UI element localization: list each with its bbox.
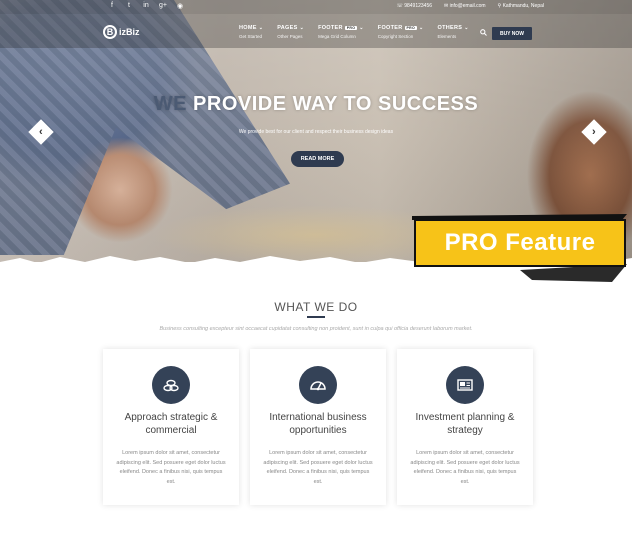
search-icon[interactable] [480,29,487,38]
buy-now-button[interactable]: BUY NOW [492,27,532,40]
card-text: Lorem ipsum dolor sit amet, consectetur … [263,450,373,485]
linkedin-icon[interactable]: in [142,2,150,10]
card-text: Lorem ipsum dolor sit amet, consectetur … [116,450,226,485]
site-logo[interactable]: B izBiz [103,25,140,39]
chevron-down-icon: ⌄ [359,25,364,31]
nav-item-footer-mega[interactable]: FOOTER PRO ⌄ Mega Grid Column [318,25,364,39]
pro-tag: PRO [404,26,417,30]
service-card: Approach strategic & commercial Lorem ip… [103,349,239,505]
nav-item-home[interactable]: HOME ⌄ Get Started [239,25,263,39]
pro-feature-badge: PRO Feature [414,219,626,267]
phone-text: ☏ 9849123456 [396,3,433,9]
contact-info: ☏ 9849123456 ✉ info@email.com ⚲ Kathmand… [397,3,544,9]
chevron-right-icon: › [592,125,596,138]
nav-item-footer-copyright[interactable]: FOOTER PRO ⌄ Copyright Section [378,25,424,39]
section-title: WHAT WE DO [274,300,358,314]
twitter-icon[interactable]: t [125,2,133,10]
service-card: International business opportunities Lor… [250,349,386,505]
service-card: Investment planning & strategy Lorem ips… [397,349,533,505]
card-text: Lorem ipsum dolor sit amet, consectetur … [410,450,520,485]
google-plus-icon[interactable]: g+ [159,2,167,10]
card-title: Approach strategic & commercial [124,412,218,436]
chevron-down-icon: ⌄ [419,25,424,31]
nav-menu: HOME ⌄ Get Started PAGES ⌄ Other Pages FOO… [239,25,483,39]
hero-heading: WE PROVIDE WAY TO SUCCESS [153,93,479,115]
pro-feature-text: PRO Feature [444,229,596,256]
speedometer-icon [299,366,337,404]
pro-tag: PRO [344,26,358,30]
instagram-icon[interactable]: ◉ [176,2,184,10]
logo-text: izBiz [119,27,140,37]
read-more-button[interactable]: READ MORE [291,151,344,167]
card-title: Investment planning & strategy [415,412,515,436]
hero-tagline: We provide best for our client and respe… [238,129,394,135]
card-title: International business opportunities [269,412,367,436]
chevron-down-icon: ⌄ [464,25,469,31]
social-links: f t in g+ ◉ [108,2,184,10]
chevron-left-icon: ‹ [39,125,43,138]
nav-item-others[interactable]: OTHERS ⌄ Elements [438,25,469,39]
section-subtitle: Business consulting excepteur sint occae… [159,326,473,332]
coins-icon [152,366,190,404]
location-text: ⚲ Kathmandu, Nepal [497,3,544,9]
logo-mark: B [103,25,117,39]
email-link[interactable]: ✉ info@email.com [444,3,486,9]
chevron-down-icon: ⌄ [299,25,305,31]
chevron-down-icon: ⌄ [258,25,264,31]
top-bar: f t in g+ ◉ ☏ 9849123456 ✉ info@email.co… [0,0,632,14]
nav-item-pages[interactable]: PAGES ⌄ Other Pages [277,25,304,39]
newspaper-icon [446,366,484,404]
title-underline [307,316,325,318]
facebook-icon[interactable]: f [108,2,116,10]
